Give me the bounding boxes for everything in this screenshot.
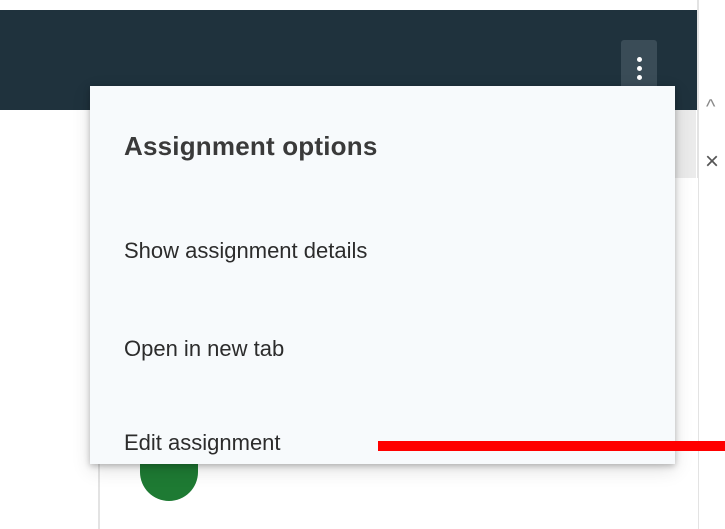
screen: ^ × Assignment options Show assignment d… (0, 0, 725, 529)
chevron-up-icon[interactable]: ^ (706, 96, 715, 119)
more-vert-icon-dot (636, 65, 642, 71)
menu-item-edit-assignment[interactable]: Edit assignment (124, 430, 281, 456)
more-vert-icon-dot (636, 74, 642, 80)
more-vert-icon (636, 56, 642, 62)
assignment-options-menu: Assignment options Show assignment detai… (90, 86, 675, 464)
menu-title: Assignment options (124, 131, 378, 161)
menu-item-open-new-tab[interactable]: Open in new tab (124, 336, 284, 362)
annotation-arrow-line (378, 441, 725, 451)
close-icon[interactable]: × (705, 148, 719, 176)
menu-item-show-details[interactable]: Show assignment details (124, 238, 367, 264)
